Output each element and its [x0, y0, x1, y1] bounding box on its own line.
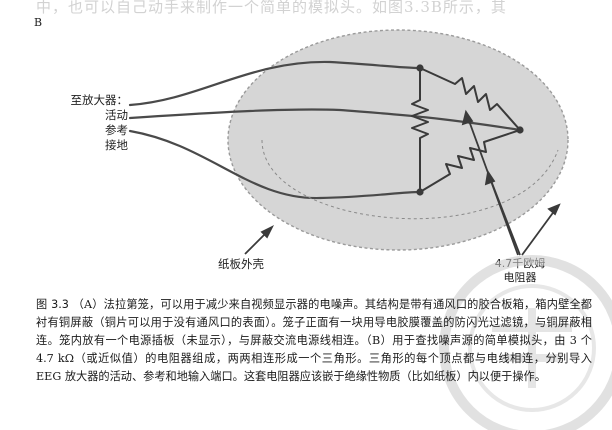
label-resistor: 4.7千欧姆 电阻器	[480, 257, 560, 285]
cardboard-shell	[227, 29, 569, 251]
node-top	[416, 64, 424, 72]
node-right	[516, 126, 524, 134]
label-to-amplifier: 至放大器：	[70, 93, 129, 107]
label-reference: 参考	[105, 123, 128, 137]
figure-page: 中，也可以自己动手来制作一个简单的模拟头。如图3.3B所示，其 B 至放大器： …	[0, 0, 612, 430]
amplifier-labels: 至放大器： 活动 参考 接地	[56, 93, 129, 153]
label-resistor-value: 4.7千欧姆	[494, 257, 546, 270]
shell-arrow	[244, 224, 275, 255]
figure-caption: 图 3.3 （A）法拉第笼，可以用于减少来自视频显示器的电噪声。其结构是带有通风…	[36, 296, 592, 386]
label-board-shell: 纸板外壳	[218, 257, 264, 271]
label-resistor-name: 电阻器	[503, 271, 537, 284]
caption-text: （A）法拉第笼，可以用于减少来自视频显示器的电噪声。其结构是带有通风口的胶合板箱…	[36, 298, 592, 383]
node-bottom	[416, 188, 424, 196]
caption-number: 图 3.3	[36, 298, 69, 311]
label-active: 活动	[105, 108, 128, 122]
label-ground: 接地	[105, 138, 128, 152]
